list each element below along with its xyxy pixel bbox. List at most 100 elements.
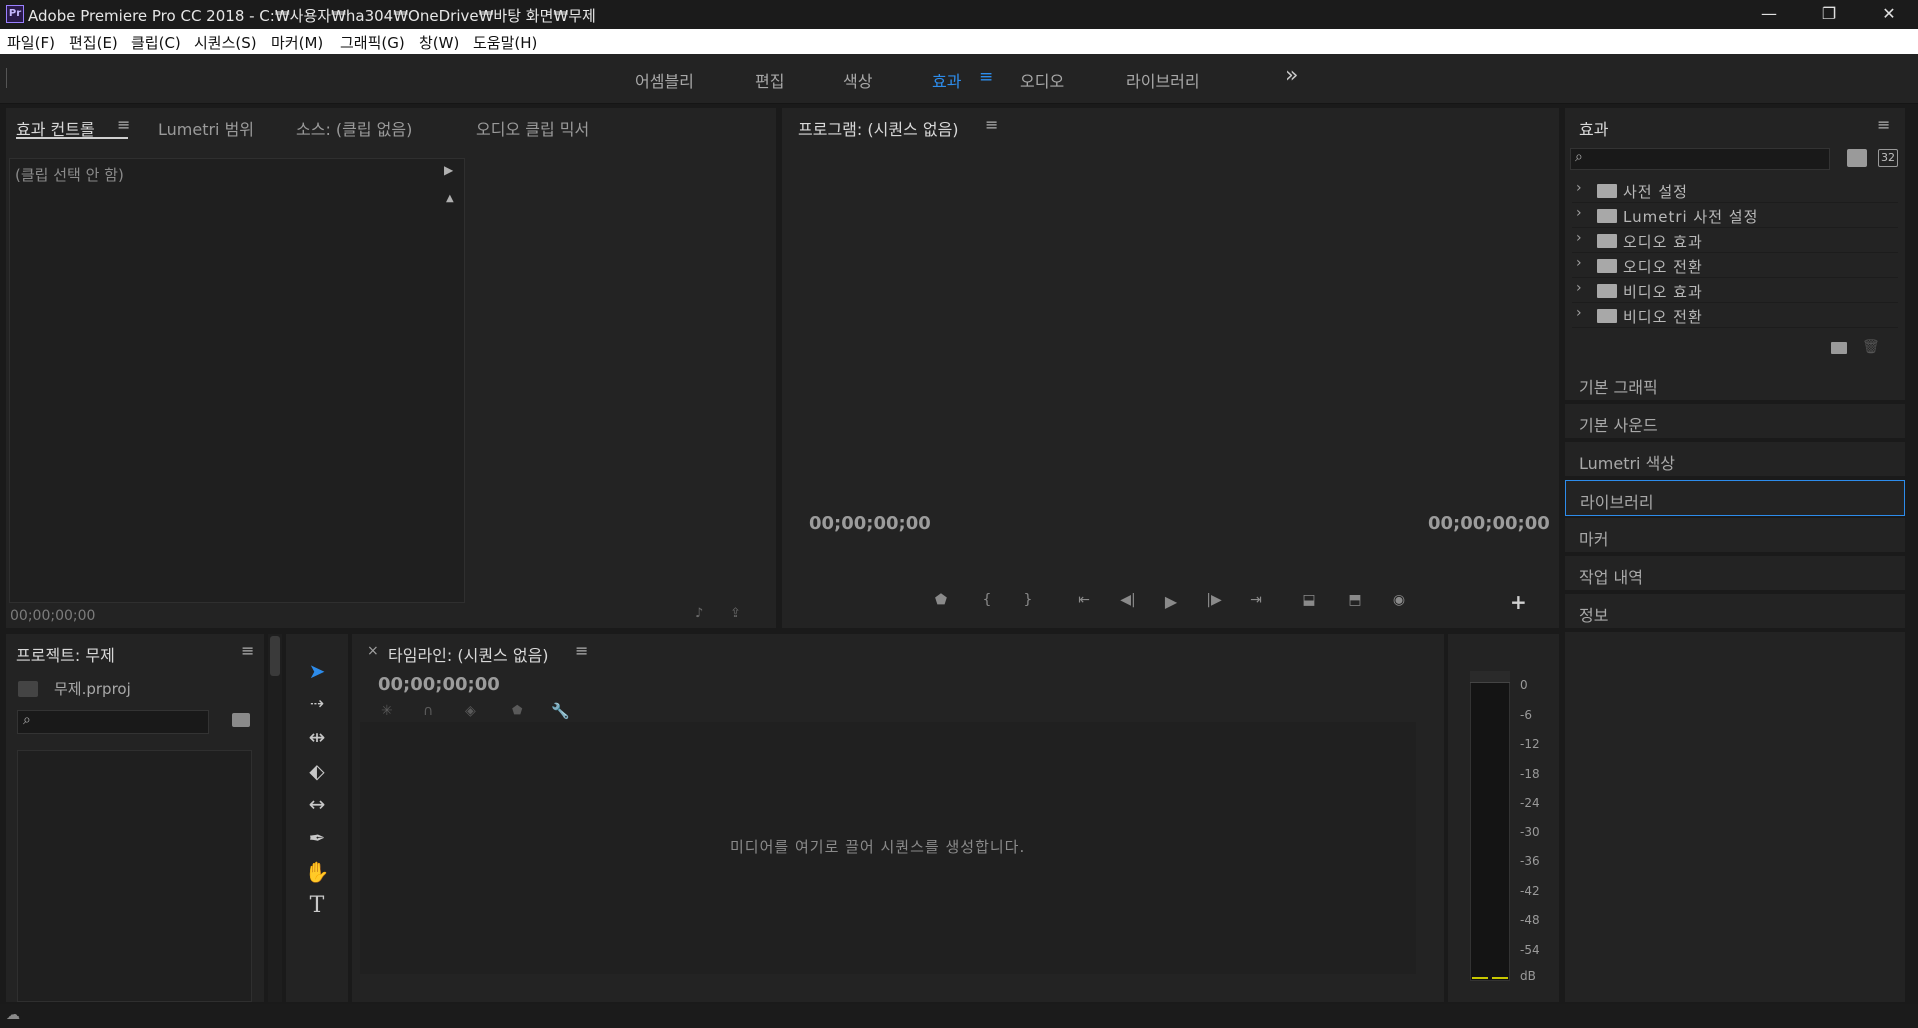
menu-edit[interactable]: 편집(E) xyxy=(69,32,118,53)
lift-icon[interactable]: ⬓ xyxy=(1298,592,1320,608)
project-scrollbar[interactable] xyxy=(268,634,282,1002)
project-panel-title[interactable]: 프로젝트: 무제 xyxy=(16,642,115,666)
menu-window[interactable]: 창(W) xyxy=(419,32,459,53)
audio-only-icon[interactable]: ♪ xyxy=(695,606,703,621)
effects-tree-item[interactable]: › 오디오 전환 xyxy=(1572,254,1898,278)
project-search-input[interactable] xyxy=(17,710,209,734)
step-forward-icon[interactable]: |▶ xyxy=(1203,592,1225,608)
chevron-right-icon[interactable]: › xyxy=(1576,180,1582,196)
panel-essential-sound[interactable]: 기본 사운드 xyxy=(1565,404,1905,440)
export-frame-icon[interactable]: ◉ xyxy=(1388,592,1410,608)
close-window-button[interactable]: ✕ xyxy=(1860,0,1918,29)
program-monitor-title[interactable]: 프로그램: (시퀀스 없음) xyxy=(798,116,959,140)
effects-tree-item[interactable]: › 비디오 전환 xyxy=(1572,304,1898,328)
mark-out-icon[interactable]: } xyxy=(1017,592,1039,608)
pen-tool-icon[interactable]: ✒ xyxy=(302,823,332,853)
chevron-right-icon[interactable]: › xyxy=(1576,255,1582,271)
tab-lumetri-scopes[interactable]: Lumetri 범위 xyxy=(158,116,254,140)
play-icon[interactable]: ▶ xyxy=(1160,592,1182,611)
mark-in-icon[interactable]: { xyxy=(976,592,998,608)
workspace-overflow-icon[interactable]: » xyxy=(1285,63,1298,88)
timeline-title[interactable]: 타임라인: (시퀀스 없음) xyxy=(388,642,549,666)
ripple-edit-tool-icon[interactable]: ⇹ xyxy=(302,722,332,752)
export-icon[interactable]: ⇪ xyxy=(730,606,741,621)
find-icon[interactable] xyxy=(232,713,250,727)
add-marker-icon[interactable]: ⬟ xyxy=(512,703,522,717)
track-select-tool-icon[interactable]: ⇢ xyxy=(302,689,332,719)
chevron-right-icon[interactable]: › xyxy=(1576,205,1582,221)
timeline-close-icon[interactable]: × xyxy=(367,643,379,659)
add-button-icon[interactable]: + xyxy=(1510,590,1527,614)
panel-history[interactable]: 작업 내역 xyxy=(1565,556,1905,592)
chevron-right-icon[interactable]: › xyxy=(1576,280,1582,296)
meter-label: -36 xyxy=(1520,854,1540,868)
wrench-icon[interactable]: 🔧 xyxy=(551,702,570,720)
slip-tool-icon[interactable]: ↔ xyxy=(302,789,332,819)
effects-panel-title[interactable]: 효과 xyxy=(1579,116,1608,140)
nest-icon[interactable]: ✳ xyxy=(381,703,393,719)
timeline-timecode[interactable]: 00;00;00;00 xyxy=(378,674,500,695)
panel-markers[interactable]: 마커 xyxy=(1565,518,1905,554)
workspace-color[interactable]: 색상 xyxy=(843,68,872,92)
chevron-right-icon[interactable]: › xyxy=(1576,305,1582,321)
go-to-in-icon[interactable]: ⇤ xyxy=(1073,592,1095,608)
panel-libraries[interactable]: 라이브러리 xyxy=(1565,480,1905,516)
linked-selection-icon[interactable]: ◈ xyxy=(465,703,476,719)
panel-essential-graphics[interactable]: 기본 그래픽 xyxy=(1565,366,1905,402)
chevron-right-icon[interactable]: › xyxy=(1576,230,1582,246)
effect-controls-menu-icon[interactable]: ≡ xyxy=(117,115,130,134)
menu-sequence[interactable]: 시퀀스(S) xyxy=(194,32,257,53)
workspace-audio[interactable]: 오디오 xyxy=(1020,68,1064,92)
new-bin-icon[interactable] xyxy=(1831,342,1847,354)
type-tool-icon[interactable]: T xyxy=(302,891,332,921)
timeline-menu-icon[interactable]: ≡ xyxy=(575,641,588,660)
go-to-out-icon[interactable]: ⇥ xyxy=(1245,592,1267,608)
workspace-effects[interactable]: 효과 xyxy=(932,68,961,92)
trash-icon[interactable]: 🗑 xyxy=(1862,339,1880,355)
32bit-effects-icon[interactable]: 32 xyxy=(1878,149,1898,167)
effects-tree-item[interactable]: › 비디오 효과 xyxy=(1572,279,1898,303)
creative-cloud-icon[interactable]: ☁ xyxy=(6,1007,20,1023)
panel-lumetri-color[interactable]: Lumetri 색상 xyxy=(1565,442,1905,478)
effects-menu-icon[interactable]: ≡ xyxy=(1877,115,1890,134)
marker-icon[interactable]: ⬟ xyxy=(930,592,952,608)
effects-tree-item[interactable]: › 오디오 효과 xyxy=(1572,229,1898,253)
scroll-up-icon[interactable]: ▲ xyxy=(446,193,454,204)
extract-icon[interactable]: ⬒ xyxy=(1344,592,1366,608)
project-menu-icon[interactable]: ≡ xyxy=(241,641,254,660)
tab-audio-clip-mixer[interactable]: 오디오 클립 믹서 xyxy=(476,116,589,140)
effects-tree-item[interactable]: › Lumetri 사전 설정 xyxy=(1572,204,1898,228)
menu-file[interactable]: 파일(F) xyxy=(7,32,55,53)
meter-label: 0 xyxy=(1520,678,1528,692)
menu-graphics[interactable]: 그래픽(G) xyxy=(340,32,405,53)
menu-bar: 파일(F) 편집(E) 클립(C) 시퀀스(S) 마커(M) 그래픽(G) 창(… xyxy=(0,29,1918,54)
play-triangle-icon[interactable]: ▶ xyxy=(444,163,453,177)
selection-tool-icon[interactable]: ➤ xyxy=(302,656,332,686)
effects-tree-item[interactable]: › 사전 설정 xyxy=(1572,179,1898,203)
effects-search-input[interactable] xyxy=(1570,148,1830,170)
project-scrollbar-thumb[interactable] xyxy=(270,636,280,676)
workspace-assembly[interactable]: 어셈블리 xyxy=(635,68,694,92)
restore-button[interactable]: ❐ xyxy=(1800,0,1858,29)
snap-icon[interactable]: ∩ xyxy=(423,703,433,719)
panel-info[interactable]: 정보 xyxy=(1565,594,1905,630)
workspace-menu-icon[interactable]: ≡ xyxy=(979,67,993,87)
program-menu-icon[interactable]: ≡ xyxy=(985,115,998,134)
program-timecode-current[interactable]: 00;00;00;00 xyxy=(809,513,931,534)
workspace-libraries[interactable]: 라이브러리 xyxy=(1126,68,1200,92)
razor-tool-icon[interactable]: ⬖ xyxy=(302,756,332,786)
tab-source[interactable]: 소스: (클립 없음) xyxy=(296,116,412,140)
step-back-icon[interactable]: ◀| xyxy=(1117,592,1139,608)
accelerated-effects-icon[interactable] xyxy=(1847,149,1867,167)
audio-meter-peak[interactable] xyxy=(1470,671,1510,683)
minimize-button[interactable]: — xyxy=(1740,0,1798,29)
meter-label: -42 xyxy=(1520,884,1540,898)
menu-clip[interactable]: 클립(C) xyxy=(131,32,181,53)
menu-help[interactable]: 도움말(H) xyxy=(473,32,537,53)
search-icon: ⌕ xyxy=(23,712,31,728)
hand-tool-icon[interactable]: ✋ xyxy=(302,857,332,887)
no-clip-selected-label: (클립 선택 안 함) xyxy=(15,166,124,184)
effects-tree-label: 오디오 효과 xyxy=(1623,233,1703,251)
menu-marker[interactable]: 마커(M) xyxy=(271,32,323,53)
workspace-editing[interactable]: 편집 xyxy=(755,68,784,92)
